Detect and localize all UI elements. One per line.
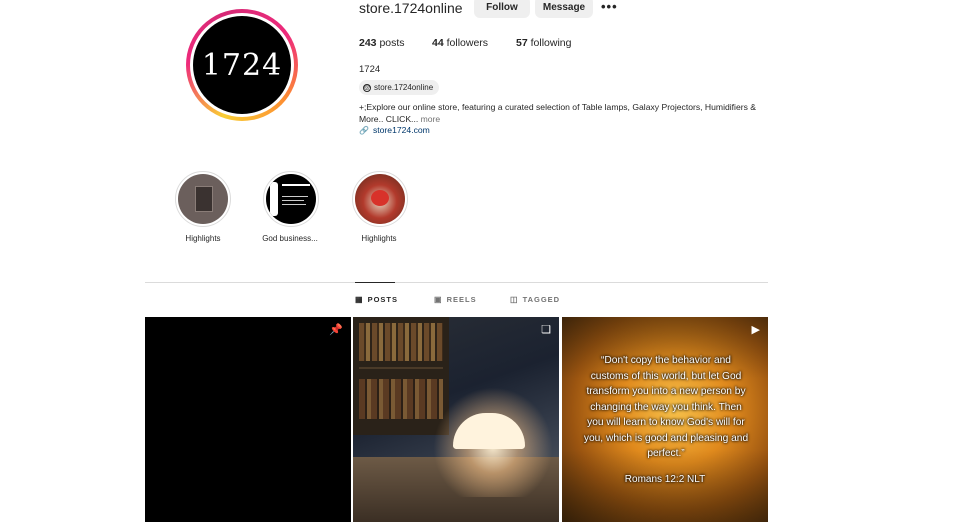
profile-link-text: store1724.com <box>372 125 430 135</box>
post-tile-2[interactable]: ❏ <box>353 317 559 522</box>
more-options-icon[interactable]: ••• <box>601 0 618 14</box>
pin-icon: 📌 <box>329 324 343 336</box>
link-icon: 🔗 <box>359 125 369 135</box>
bio-text: +;Explore our online store, featuring a … <box>359 102 757 124</box>
posts-label: posts <box>379 37 405 49</box>
following-label: following <box>530 37 572 49</box>
grid-icon: ▦ <box>355 295 364 304</box>
tab-reels[interactable]: ▣ REELS <box>434 295 477 304</box>
tagged-icon: ◫ <box>510 295 519 304</box>
highlight-2-cover <box>266 174 316 224</box>
reels-icon: ▣ <box>434 295 443 304</box>
followers-stat[interactable]: 44 followers <box>432 37 488 49</box>
followers-label: followers <box>446 37 489 49</box>
tabs-divider <box>145 282 768 283</box>
post-tile-1[interactable]: 📌 <box>145 317 351 522</box>
reel-icon: ▶ <box>751 324 760 336</box>
tab-posts-label: POSTS <box>367 295 398 304</box>
message-button[interactable]: Message <box>535 0 593 18</box>
active-tab-indicator <box>355 282 395 283</box>
tab-tagged-label: TAGGED <box>522 295 561 304</box>
profile-link[interactable]: 🔗 store1724.com <box>359 125 430 135</box>
tab-posts[interactable]: ▦ POSTS <box>355 295 398 304</box>
highlight-2[interactable] <box>263 171 319 227</box>
threads-badge[interactable]: @ store.1724online <box>359 80 440 95</box>
post-quote-reference: Romans 12:2 NLT <box>624 474 706 485</box>
tab-reels-label: REELS <box>446 295 477 304</box>
highlight-1-label: Highlights <box>185 234 221 243</box>
carousel-icon: ❏ <box>541 324 551 336</box>
highlight-1-cover <box>178 174 228 224</box>
tab-tagged[interactable]: ◫ TAGGED <box>510 295 560 304</box>
follow-button[interactable]: Follow <box>474 0 530 18</box>
profile-avatar[interactable]: 1724 <box>186 9 298 121</box>
profile-full-name: 1724 <box>359 64 381 75</box>
profile-bio: +;Explore our online store, featuring a … <box>359 101 779 125</box>
highlight-3[interactable] <box>352 171 408 227</box>
highlight-3-cover <box>355 174 405 224</box>
followers-count: 44 <box>432 37 444 49</box>
avatar-logo-text: 1724 <box>201 47 283 83</box>
post-tile-3[interactable]: ▶ “Don't copy the behavior and customs o… <box>562 317 768 522</box>
bio-more-link[interactable]: more <box>421 114 441 124</box>
following-stat[interactable]: 57 following <box>516 37 571 49</box>
threads-handle: store.1724online <box>374 83 434 92</box>
posts-count: 243 <box>359 37 377 49</box>
highlight-2-label: God business... <box>262 234 318 243</box>
highlight-3-label: Highlights <box>361 234 397 243</box>
threads-icon: @ <box>363 83 371 92</box>
posts-count-stat: 243 posts <box>359 37 405 49</box>
post-quote-text: “Don't copy the behavior and customs of … <box>583 355 749 459</box>
profile-username: store.1724online <box>359 0 463 16</box>
highlight-1[interactable] <box>175 171 231 227</box>
following-count: 57 <box>516 37 528 49</box>
